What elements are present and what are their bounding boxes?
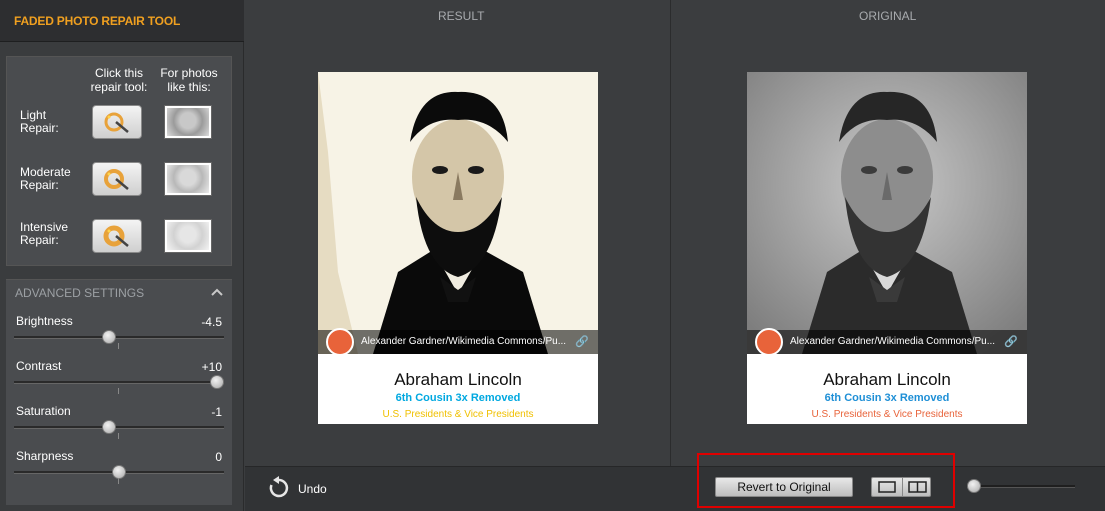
light-repair-label: Light Repair: [20, 108, 59, 135]
moderate-repair-label: Moderate Repair: [20, 165, 71, 192]
result-person-name: Abraham Lincoln [394, 370, 522, 389]
app-title: FADED PHOTO REPAIR TOOL [14, 14, 181, 28]
intensive-repair-label: Intensive Repair: [20, 220, 69, 247]
original-card: Alexander Gardner/Wikimedia Commons/Pu..… [747, 72, 1027, 424]
single-view-icon [878, 481, 896, 493]
original-relationship: 6th Cousin 3x Removed [824, 392, 950, 404]
result-photo-credit: Alexander Gardner/Wikimedia Commons/Pu..… [361, 336, 567, 347]
result-portrait-image [318, 72, 598, 354]
bottom-toolbar: Undo Revert to Original [245, 453, 1105, 511]
split-view-icon [908, 481, 927, 493]
link-icon[interactable]: 🔗 [1004, 335, 1018, 348]
magic-wand-light-icon [104, 112, 129, 133]
contrast-value: +10 [201, 360, 222, 374]
view-mode-toggle[interactable] [871, 477, 931, 497]
original-portrait-image [747, 72, 1027, 354]
zoom-slider-thumb[interactable] [966, 479, 981, 493]
saturation-slider-thumb[interactable] [102, 420, 117, 434]
chevron-up-icon[interactable] [210, 286, 224, 298]
sharpness-slider-center-tick [118, 478, 119, 484]
brightness-slider-thumb[interactable] [102, 330, 117, 344]
contrast-slider-center-tick [118, 388, 119, 394]
sidebar: FADED PHOTO REPAIR TOOL Click this repai… [0, 0, 244, 511]
moderate-repair-example-thumbnail [164, 162, 212, 196]
revert-to-original-button[interactable]: Revert to Original [715, 477, 853, 497]
split-view-button[interactable] [902, 478, 932, 496]
sharpness-slider-thumb[interactable] [112, 465, 126, 479]
undo-icon [269, 476, 289, 498]
pane-divider [670, 0, 671, 466]
sharpness-label: Sharpness [16, 449, 74, 463]
presidential-seal-icon [755, 328, 783, 356]
light-repair-button[interactable] [92, 105, 142, 139]
magic-wand-moderate-icon [104, 169, 129, 190]
saturation-slider-track[interactable] [14, 426, 224, 429]
saturation-label: Saturation [16, 404, 71, 418]
advanced-settings-panel: Brightness -4.5 Contrast +10 Saturation … [6, 305, 232, 505]
contrast-slider-track[interactable] [14, 381, 224, 384]
original-pane-title: ORIGINAL [859, 9, 917, 23]
column-header-repair-tool: Click this repair tool: [90, 66, 148, 94]
moderate-repair-button[interactable] [92, 162, 142, 196]
original-group: U.S. Presidents & Vice Presidents [811, 409, 963, 420]
brightness-value: -4.5 [201, 315, 222, 329]
advanced-settings-title: ADVANCED SETTINGS [15, 286, 145, 300]
app-title-bar: FADED PHOTO REPAIR TOOL [0, 0, 244, 42]
result-relationship: 6th Cousin 3x Removed [395, 392, 521, 404]
magic-wand-intensive-icon [103, 225, 129, 247]
link-icon[interactable]: 🔗 [575, 335, 589, 348]
light-repair-example-thumbnail [164, 105, 212, 139]
original-person-name: Abraham Lincoln [823, 370, 951, 389]
result-pane-title: RESULT [438, 9, 485, 23]
contrast-slider-thumb[interactable] [210, 375, 224, 389]
preview-area: RESULT ORIGINAL Alexander Gardner/Wikime… [245, 0, 1105, 466]
result-photo-credit-bar: Alexander Gardner/Wikimedia Commons/Pu..… [318, 328, 598, 356]
sharpness-value: 0 [215, 450, 222, 464]
zoom-slider-track[interactable] [967, 485, 1075, 488]
saturation-slider-center-tick [118, 433, 119, 439]
column-header-example-photos: For photos like this: [160, 66, 218, 94]
undo-label: Undo [298, 482, 327, 496]
result-card: Alexander Gardner/Wikimedia Commons/Pu..… [318, 72, 598, 424]
intensive-repair-example-thumbnail [164, 219, 212, 253]
original-photo-credit: Alexander Gardner/Wikimedia Commons/Pu..… [790, 336, 996, 347]
advanced-settings-header[interactable]: ADVANCED SETTINGS [6, 279, 232, 305]
original-photo-credit-bar: Alexander Gardner/Wikimedia Commons/Pu..… [747, 328, 1027, 356]
repair-tools-panel: Click this repair tool: For photos like … [6, 56, 232, 266]
presidential-seal-icon [326, 328, 354, 356]
single-view-button[interactable] [872, 478, 902, 496]
saturation-value: -1 [211, 405, 222, 419]
brightness-label: Brightness [16, 314, 73, 328]
brightness-slider-track[interactable] [14, 336, 224, 339]
contrast-label: Contrast [16, 359, 62, 373]
intensive-repair-button[interactable] [92, 219, 142, 253]
result-group: U.S. Presidents & Vice Presidents [382, 409, 534, 420]
brightness-slider-center-tick [118, 343, 119, 349]
